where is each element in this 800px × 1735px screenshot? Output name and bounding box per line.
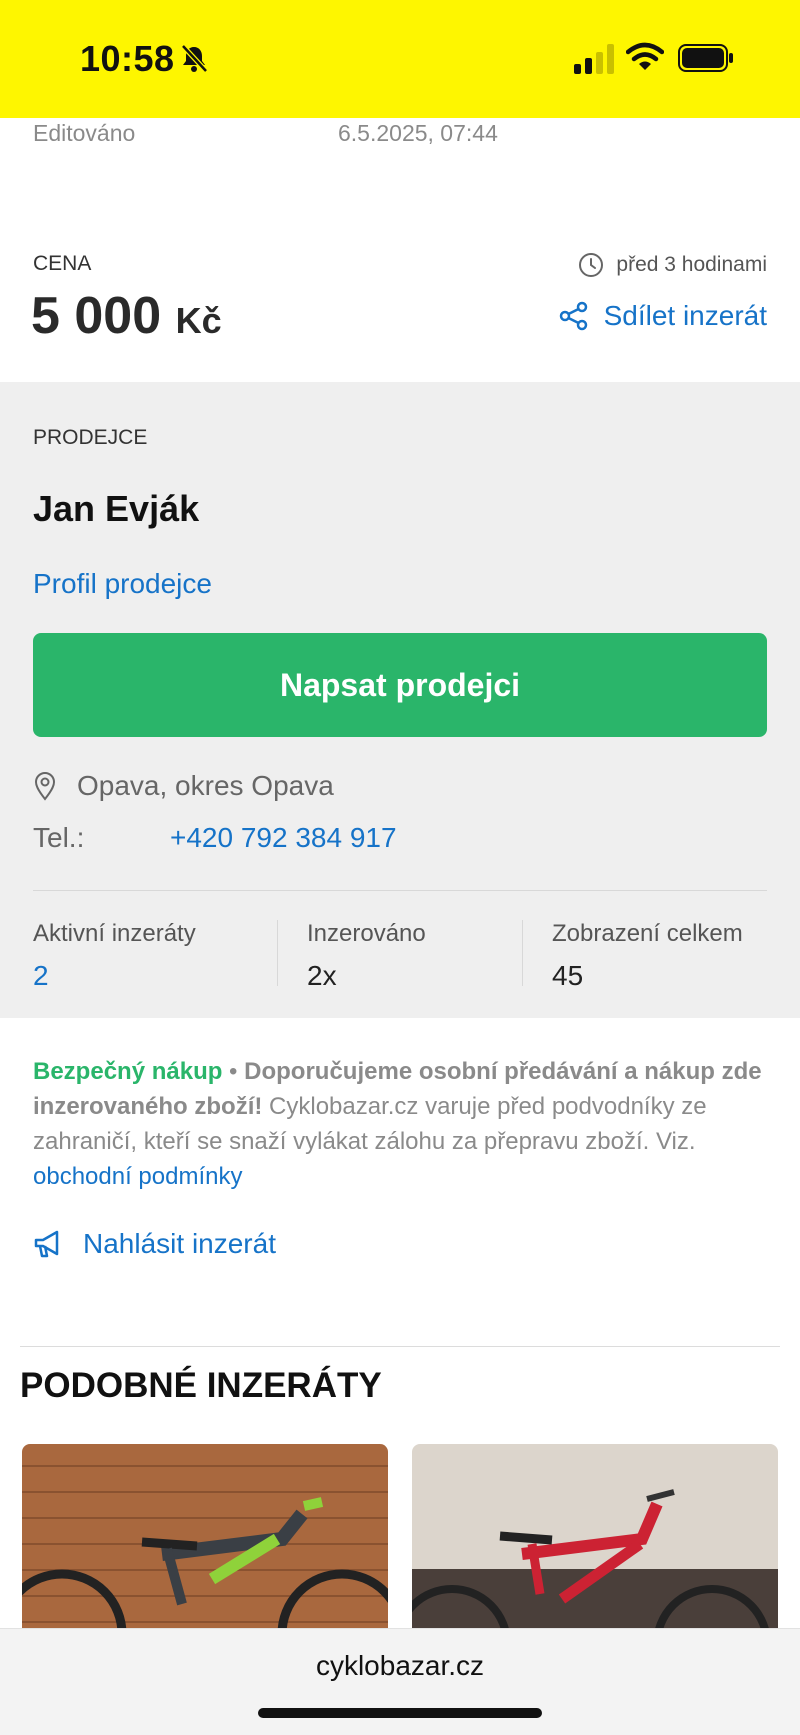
report-label: Nahlásit inzerát [83,1228,276,1259]
safe-purchase-notice: Bezpečný nákup • Doporučujeme osobní pře… [33,1054,773,1194]
tel-link[interactable]: +420 792 384 917 [170,822,397,854]
price-value: 5 000 Kč [31,286,222,346]
battery-icon [678,44,733,72]
notice-separator: • [222,1058,245,1085]
posted-time-text: před 3 hodinami [616,253,767,276]
seller-name: Jan Evják [33,488,200,529]
share-label: Sdílet inzerát [603,300,767,331]
edited-value: 6.5.2025, 07:44 [338,120,498,146]
stat-value: 2 [33,960,49,991]
posted-time: před 3 hodinami [578,252,767,278]
share-button[interactable]: Sdílet inzerát [558,300,767,332]
stat-advertised: Inzerováno 2x [307,920,426,992]
terms-link[interactable]: obchodní podmínky [33,1163,242,1190]
megaphone-icon [34,1230,59,1258]
status-bar: 10:58 [0,0,800,118]
similar-ad-card[interactable] [412,1444,778,1644]
report-ad-button[interactable]: Nahlásit inzerát [33,1228,276,1260]
seller-profile-link[interactable]: Profil prodejce [33,568,212,600]
seller-section-label: PRODEJCE [33,426,148,449]
share-icon [559,301,587,331]
seller-location-text: Opava, okres Opava [77,770,334,801]
similar-ads-title: PODOBNÉ INZERÁTY [20,1366,382,1405]
similar-ad-card[interactable] [22,1444,388,1644]
section-divider [20,1346,780,1347]
stat-value: 2x [307,960,337,991]
status-time: 10:58 [80,38,175,79]
location-pin-icon [34,772,56,801]
edited-label: Editováno [33,120,136,146]
stat-views: Zobrazení celkem 45 [552,920,743,992]
price-label: CENA [33,252,92,275]
stat-active-ads[interactable]: Aktivní inzeráty 2 [33,920,196,992]
home-indicator[interactable] [258,1708,542,1718]
clock-icon [579,253,604,277]
wifi-icon [626,42,664,70]
tel-label: Tel.: [33,822,85,853]
signal-icon [574,44,614,74]
seller-location: Opava, okres Opava [33,770,334,802]
divider [33,890,767,891]
price-amount: 5 000 [31,287,162,345]
notice-title: Bezpečný nákup [33,1058,223,1085]
stat-separator [277,920,278,986]
stat-label: Zobrazení celkem [552,920,743,947]
bike-photo [22,1444,388,1644]
bell-muted-icon [181,44,208,73]
stat-label: Aktivní inzeráty [33,920,196,947]
browser-url[interactable]: cyklobazar.cz [0,1650,800,1682]
bike-photo [412,1444,778,1644]
stat-value: 45 [552,960,584,991]
stat-label: Inzerováno [307,920,426,947]
price-currency: Kč [175,300,222,341]
write-seller-button[interactable]: Napsat prodejci [33,633,767,737]
stat-separator [522,920,523,986]
